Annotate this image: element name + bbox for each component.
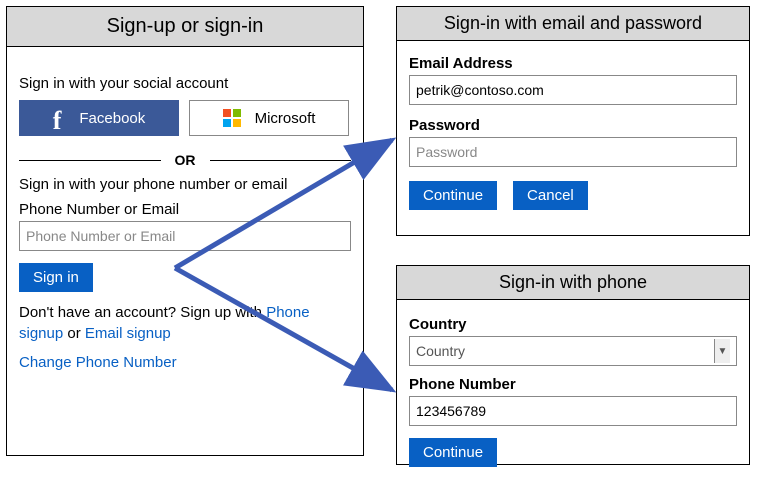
microsoft-icon (223, 109, 241, 127)
cancel-button[interactable]: Cancel (513, 181, 588, 210)
facebook-label: Facebook (79, 110, 145, 127)
signup-prefix: Don't have an account? Sign up with (19, 304, 266, 321)
signup-text: Don't have an account? Sign up with Phon… (19, 302, 351, 344)
country-selected: Country (416, 343, 465, 359)
facebook-button[interactable]: f Facebook (19, 100, 179, 136)
signin-button[interactable]: Sign in (19, 263, 93, 292)
chevron-down-icon: ▼ (714, 339, 730, 363)
signin-phone-panel: Sign-in with phone Country Country ▼ Pho… (396, 265, 750, 465)
microsoft-label: Microsoft (255, 110, 316, 127)
continue-button[interactable]: Continue (409, 438, 497, 467)
or-label: OR (161, 152, 210, 168)
microsoft-button[interactable]: Microsoft (189, 100, 349, 136)
panel-title: Sign-in with phone (397, 266, 749, 300)
social-heading: Sign in with your social account (19, 75, 351, 92)
email-label: Email Address (409, 55, 737, 72)
signup-mid: or (63, 325, 85, 342)
email-input[interactable] (409, 75, 737, 105)
phone-label: Phone Number (409, 376, 737, 393)
panel-title: Sign-in with email and password (397, 7, 749, 41)
signin-email-panel: Sign-in with email and password Email Ad… (396, 6, 750, 236)
password-label: Password (409, 117, 737, 134)
country-select[interactable]: Country ▼ (409, 336, 737, 366)
phone-email-label: Phone Number or Email (19, 201, 351, 218)
phone-input[interactable] (409, 396, 737, 426)
signup-signin-panel: Sign-up or sign-in Sign in with your soc… (6, 6, 364, 456)
password-input[interactable] (409, 137, 737, 167)
or-divider: OR (19, 152, 351, 168)
phone-email-heading: Sign in with your phone number or email (19, 176, 351, 193)
continue-button[interactable]: Continue (409, 181, 497, 210)
facebook-icon: f (53, 106, 62, 136)
country-label: Country (409, 316, 737, 333)
panel-title: Sign-up or sign-in (7, 7, 363, 47)
phone-email-input[interactable] (19, 221, 351, 251)
email-signup-link[interactable]: Email signup (85, 325, 171, 342)
change-phone-link[interactable]: Change Phone Number (19, 354, 351, 371)
